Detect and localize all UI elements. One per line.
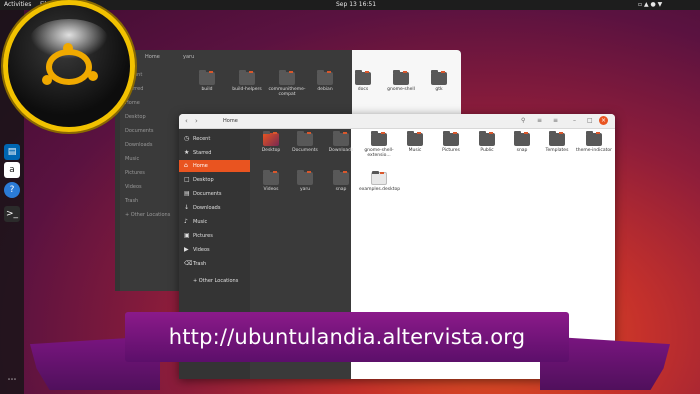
sidebar-item-pictures[interactable]: Pictures bbox=[125, 166, 185, 180]
sidebar-item-other-locations[interactable]: + Other Locations bbox=[179, 275, 250, 287]
folder-gnome-shell[interactable]: gnome-shell bbox=[381, 70, 421, 92]
sidebar-item-desktop[interactable]: Desktop bbox=[125, 110, 185, 124]
search-icon[interactable]: ⚲ bbox=[521, 117, 525, 124]
folder-downloads[interactable]: Downloads bbox=[321, 131, 361, 153]
window-header: ‹ › Home ⚲ ≡ ≡ – □ × bbox=[179, 114, 615, 129]
banner-url[interactable]: http://ubuntulandia.altervista.org bbox=[125, 312, 569, 362]
ubuntulandia-logo bbox=[3, 0, 135, 132]
activities-button[interactable]: Activities bbox=[4, 1, 31, 9]
sidebar-item-starred[interactable]: ★ Starred bbox=[179, 147, 250, 159]
folder-build-helpers[interactable]: build-helpers bbox=[227, 70, 267, 92]
picture-icon: ▣ bbox=[184, 232, 190, 239]
path-home[interactable]: Home bbox=[145, 54, 160, 60]
sidebar-item-other-locations[interactable]: + Other Locations bbox=[125, 208, 185, 222]
sidebar-item-trash[interactable]: Trash bbox=[125, 194, 185, 208]
clock-icon: ◷ bbox=[184, 135, 190, 142]
sidebar-item-desktop[interactable]: □ Desktop bbox=[179, 174, 250, 186]
back-nav-icon[interactable]: ‹ bbox=[185, 117, 188, 125]
forward-nav-icon[interactable]: › bbox=[195, 117, 198, 125]
star-icon: ★ bbox=[184, 149, 190, 156]
minimize-icon[interactable]: – bbox=[573, 117, 576, 124]
path-yaru[interactable]: yaru bbox=[183, 54, 194, 60]
folder-pictures[interactable]: Pictures bbox=[431, 131, 471, 153]
sidebar-item-pictures[interactable]: ▣ Pictures bbox=[179, 230, 250, 242]
folder-public[interactable]: Public bbox=[467, 131, 507, 153]
sidebar-item-music[interactable]: ♪ Music bbox=[179, 216, 250, 228]
folder-yaru[interactable]: yaru bbox=[285, 170, 325, 192]
clock[interactable]: Sep 13 16:51 bbox=[336, 1, 376, 9]
writer-icon[interactable]: ▤ bbox=[4, 144, 20, 160]
folder-gtk[interactable]: gtk bbox=[419, 70, 459, 92]
sidebar-item-recent[interactable]: ◷ Recent bbox=[179, 133, 250, 145]
folder-build[interactable]: build bbox=[187, 70, 227, 92]
folder-theme-indicator[interactable]: theme-indicator bbox=[574, 131, 614, 153]
maximize-icon[interactable]: □ bbox=[587, 117, 593, 124]
sidebar-item-trash[interactable]: ⌫ Trash bbox=[179, 258, 250, 270]
status-icons[interactable]: ▫ ▲ ● ▼ bbox=[638, 1, 662, 9]
home-icon: ⌂ bbox=[184, 162, 188, 169]
folder-documents[interactable]: Documents bbox=[285, 131, 325, 153]
sidebar-item-downloads[interactable]: ↓ Downloads bbox=[179, 202, 250, 214]
close-icon[interactable]: × bbox=[599, 116, 608, 125]
folder-communitheme-compat[interactable]: communitheme-compat bbox=[267, 70, 307, 97]
help-icon[interactable]: ? bbox=[4, 182, 20, 198]
sidebar-item-videos[interactable]: Videos bbox=[125, 180, 185, 194]
download-icon: ↓ bbox=[184, 204, 190, 211]
sidebar-item-documents[interactable]: ▤ Documents bbox=[179, 188, 250, 200]
show-apps-icon[interactable]: ⋯ bbox=[4, 372, 20, 388]
folder-docs[interactable]: docs bbox=[343, 70, 383, 92]
desktop-icon: □ bbox=[184, 176, 190, 183]
folder-templates[interactable]: Templates bbox=[537, 131, 577, 153]
file-examples-desktop[interactable]: examples.desktop bbox=[359, 171, 400, 192]
terminal-icon[interactable]: >_ bbox=[4, 206, 20, 222]
document-icon: ▤ bbox=[184, 190, 190, 197]
sidebar-item-starred[interactable]: Starred bbox=[125, 82, 185, 96]
top-bar: Activities Files ▾ Sep 13 16:51 ▫ ▲ ● ▼ bbox=[0, 0, 700, 10]
sidebar-item-home[interactable]: ⌂ Home bbox=[179, 160, 250, 172]
folder-snap[interactable]: snap bbox=[502, 131, 542, 153]
sidebar-item-downloads[interactable]: Downloads bbox=[125, 138, 185, 152]
folder-debian[interactable]: debian bbox=[305, 70, 345, 92]
trash-icon: ⌫ bbox=[184, 260, 193, 267]
sidebar-item-home[interactable]: Home bbox=[125, 96, 185, 110]
folder-gnome-shell-extensions[interactable]: gnome-shell-extensio... bbox=[359, 131, 399, 158]
folder-snap-dark[interactable]: snap bbox=[321, 170, 361, 192]
amazon-icon[interactable]: a bbox=[4, 162, 20, 178]
path-home[interactable]: Home bbox=[213, 118, 238, 124]
sidebar-item-documents[interactable]: Documents bbox=[125, 124, 185, 138]
view-icon[interactable]: ≡ bbox=[537, 117, 542, 124]
music-icon: ♪ bbox=[184, 218, 188, 225]
sidebar-item-videos[interactable]: ▶ Videos bbox=[179, 244, 250, 256]
sidebar-item-music[interactable]: Music bbox=[125, 152, 185, 166]
video-icon: ▶ bbox=[184, 246, 189, 253]
menu-icon[interactable]: ≡ bbox=[553, 117, 558, 124]
folder-music[interactable]: Music bbox=[395, 131, 435, 153]
sidebar: Recent Starred Home Desktop Documents Do… bbox=[125, 68, 185, 268]
url-banner: http://ubuntulandia.altervista.org bbox=[125, 312, 569, 362]
